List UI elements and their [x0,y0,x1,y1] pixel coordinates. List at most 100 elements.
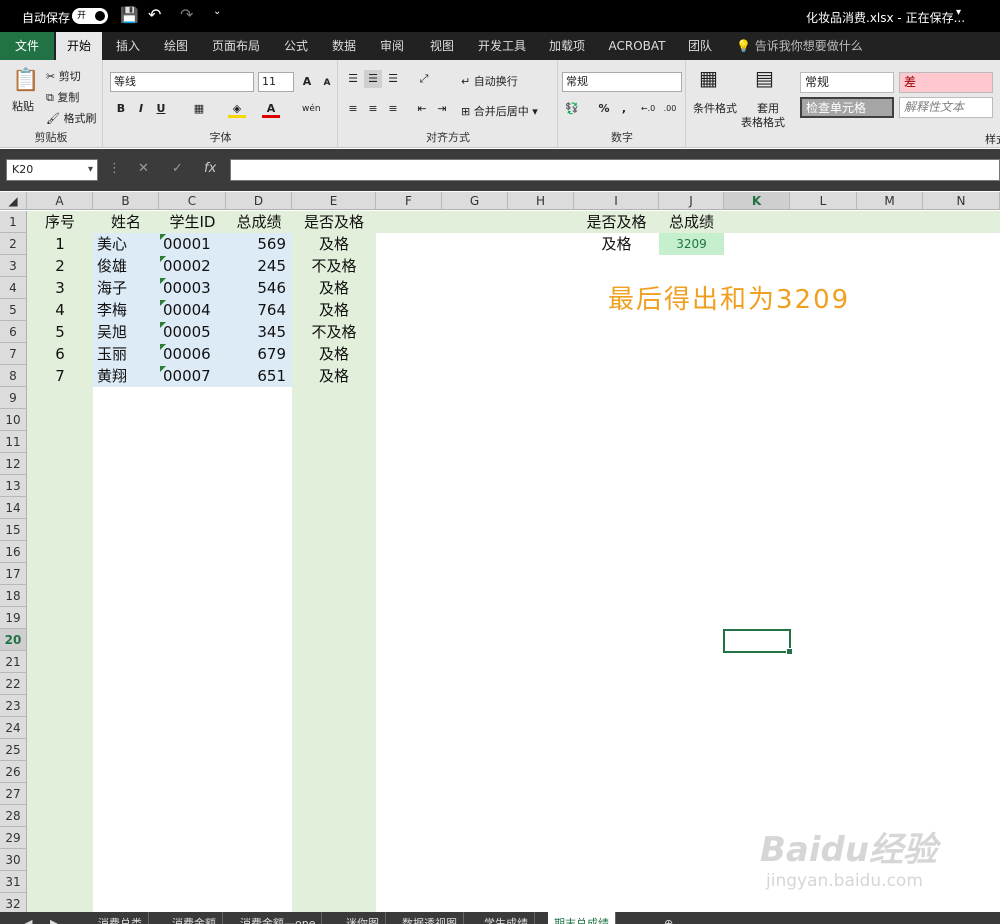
title-dropdown-icon[interactable]: ▾ [956,7,961,18]
tab-data[interactable]: 数据 [326,32,362,60]
row-header-16[interactable]: 16 [0,541,27,563]
summary-value-pass[interactable]: 及格 [574,233,659,255]
row-header-26[interactable]: 26 [0,761,27,783]
table-cell[interactable]: 及格 [292,365,376,387]
column-header-j[interactable]: J [659,192,724,210]
formula-input[interactable] [230,159,1000,181]
table-cell[interactable]: 及格 [292,277,376,299]
column-header-c[interactable]: C [159,192,226,210]
row-header-14[interactable]: 14 [0,497,27,519]
tab-formulas[interactable]: 公式 [278,32,314,60]
row-header-7[interactable]: 7 [0,343,27,365]
paste-icon[interactable]: 📋 [12,68,39,93]
customize-quick-access-icon[interactable]: ⌄ [213,6,221,17]
row-header-19[interactable]: 19 [0,607,27,629]
row-header-20[interactable]: 20 [0,629,27,651]
column-header-l[interactable]: L [790,192,857,210]
row-header-31[interactable]: 31 [0,871,27,893]
name-box[interactable]: K20 [6,159,98,181]
italic-button[interactable]: I [132,100,150,118]
style-normal[interactable]: 常规 [800,72,894,93]
orientation-icon[interactable]: ⤢ [415,70,433,88]
format-table-icon[interactable]: ▤ [755,66,774,90]
tab-view[interactable]: 视图 [424,32,460,60]
cancel-icon[interactable]: ✕ [138,161,149,176]
align-left-icon[interactable]: ≡ [344,100,362,118]
shrink-font-icon[interactable]: A [318,74,336,92]
table-cell[interactable]: 5 [27,321,93,343]
sheet-tab[interactable]: 消费金额 [166,912,223,924]
increase-indent-icon[interactable]: ⇥ [433,100,451,118]
font-name-select[interactable]: 等线 [110,72,254,92]
row-header-30[interactable]: 30 [0,849,27,871]
table-cell[interactable]: 不及格 [292,255,376,277]
table-cell[interactable]: 不及格 [292,321,376,343]
underline-button[interactable]: U [152,100,170,118]
align-right-icon[interactable]: ≡ [384,100,402,118]
column-header-a[interactable]: A [27,192,93,210]
tell-me-box[interactable]: 💡 告诉我你想要做什么 [736,32,866,60]
table-cell[interactable]: 651 [226,365,292,387]
table-cell[interactable]: 00005 [159,321,226,343]
row-header-9[interactable]: 9 [0,387,27,409]
font-color-icon[interactable]: A [262,100,280,118]
table-cell[interactable]: 海子 [93,277,159,299]
add-sheet-icon[interactable]: ⊕ [658,912,679,924]
column-header-k[interactable]: K [724,192,790,210]
more-icon[interactable]: ⋮ [108,161,121,176]
align-bottom-icon[interactable]: ☰ [384,70,402,88]
tab-review[interactable]: 审阅 [374,32,410,60]
tab-file[interactable]: 文件 [0,32,54,60]
column-header-b[interactable]: B [93,192,159,210]
font-size-select[interactable]: 11 [258,72,294,92]
table-cell[interactable]: 美心 [93,233,159,255]
sheet-tab[interactable]: 消费总类 [92,912,149,924]
tab-draw[interactable]: 绘图 [158,32,194,60]
column-header-i[interactable]: I [574,192,659,210]
table-cell[interactable]: 1 [27,233,93,255]
table-cell[interactable]: 679 [226,343,292,365]
row-header-13[interactable]: 13 [0,475,27,497]
column-header-d[interactable]: D [226,192,292,210]
table-cell[interactable]: 6 [27,343,93,365]
table-cell[interactable]: 3 [27,277,93,299]
row-header-18[interactable]: 18 [0,585,27,607]
paste-button[interactable]: 粘贴 [12,98,34,114]
enter-icon[interactable]: ✓ [172,161,183,176]
worksheet-grid[interactable]: ◢ A B C D E F G H I J K L M N 1 2 3 4 5 6 7 8 9 10 11 12 13 14 15 16 17… [0,192,1000,912]
table-cell[interactable]: 吴旭 [93,321,159,343]
percent-button[interactable]: % [595,100,613,118]
sheet-nav-next[interactable]: ▶ [44,912,64,924]
table-cell[interactable]: 00002 [159,255,226,277]
column-header-n[interactable]: N [923,192,1000,210]
summary-header-total[interactable]: 总成绩 [659,211,724,233]
style-explanatory[interactable]: 解释性文本 [899,97,993,118]
save-icon[interactable]: 💾 [120,6,139,24]
row-header-25[interactable]: 25 [0,739,27,761]
redo-icon[interactable]: ↷ [180,5,193,24]
row-header-17[interactable]: 17 [0,563,27,585]
table-cell[interactable]: 玉丽 [93,343,159,365]
table-cell[interactable]: 245 [226,255,292,277]
select-all-corner[interactable]: ◢ [0,192,27,210]
tab-developer[interactable]: 开发工具 [472,32,532,60]
row-header-1[interactable]: 1 [0,211,27,233]
fill-color-icon[interactable]: ◈ [228,100,246,118]
format-table-line2[interactable]: 表格格式 [741,114,785,130]
row-header-28[interactable]: 28 [0,805,27,827]
table-cell[interactable]: 00003 [159,277,226,299]
sheet-tab[interactable]: 数据透视图 [396,912,464,924]
table-cell[interactable]: 569 [226,233,292,255]
table-header-3[interactable]: 学生ID [159,211,226,233]
number-format-select[interactable]: 常规 [562,72,682,92]
row-header-21[interactable]: 21 [0,651,27,673]
row-header-23[interactable]: 23 [0,695,27,717]
summary-value-total[interactable]: 3209 [659,233,724,255]
sheet-tab[interactable]: 迷你图 [340,912,386,924]
row-header-2[interactable]: 2 [0,233,27,255]
table-header-4[interactable]: 总成绩 [226,211,292,233]
tab-addins[interactable]: 加载项 [542,32,592,60]
row-header-5[interactable]: 5 [0,299,27,321]
style-check-cell[interactable]: 检查单元格 [800,97,894,118]
decrease-indent-icon[interactable]: ⇤ [413,100,431,118]
